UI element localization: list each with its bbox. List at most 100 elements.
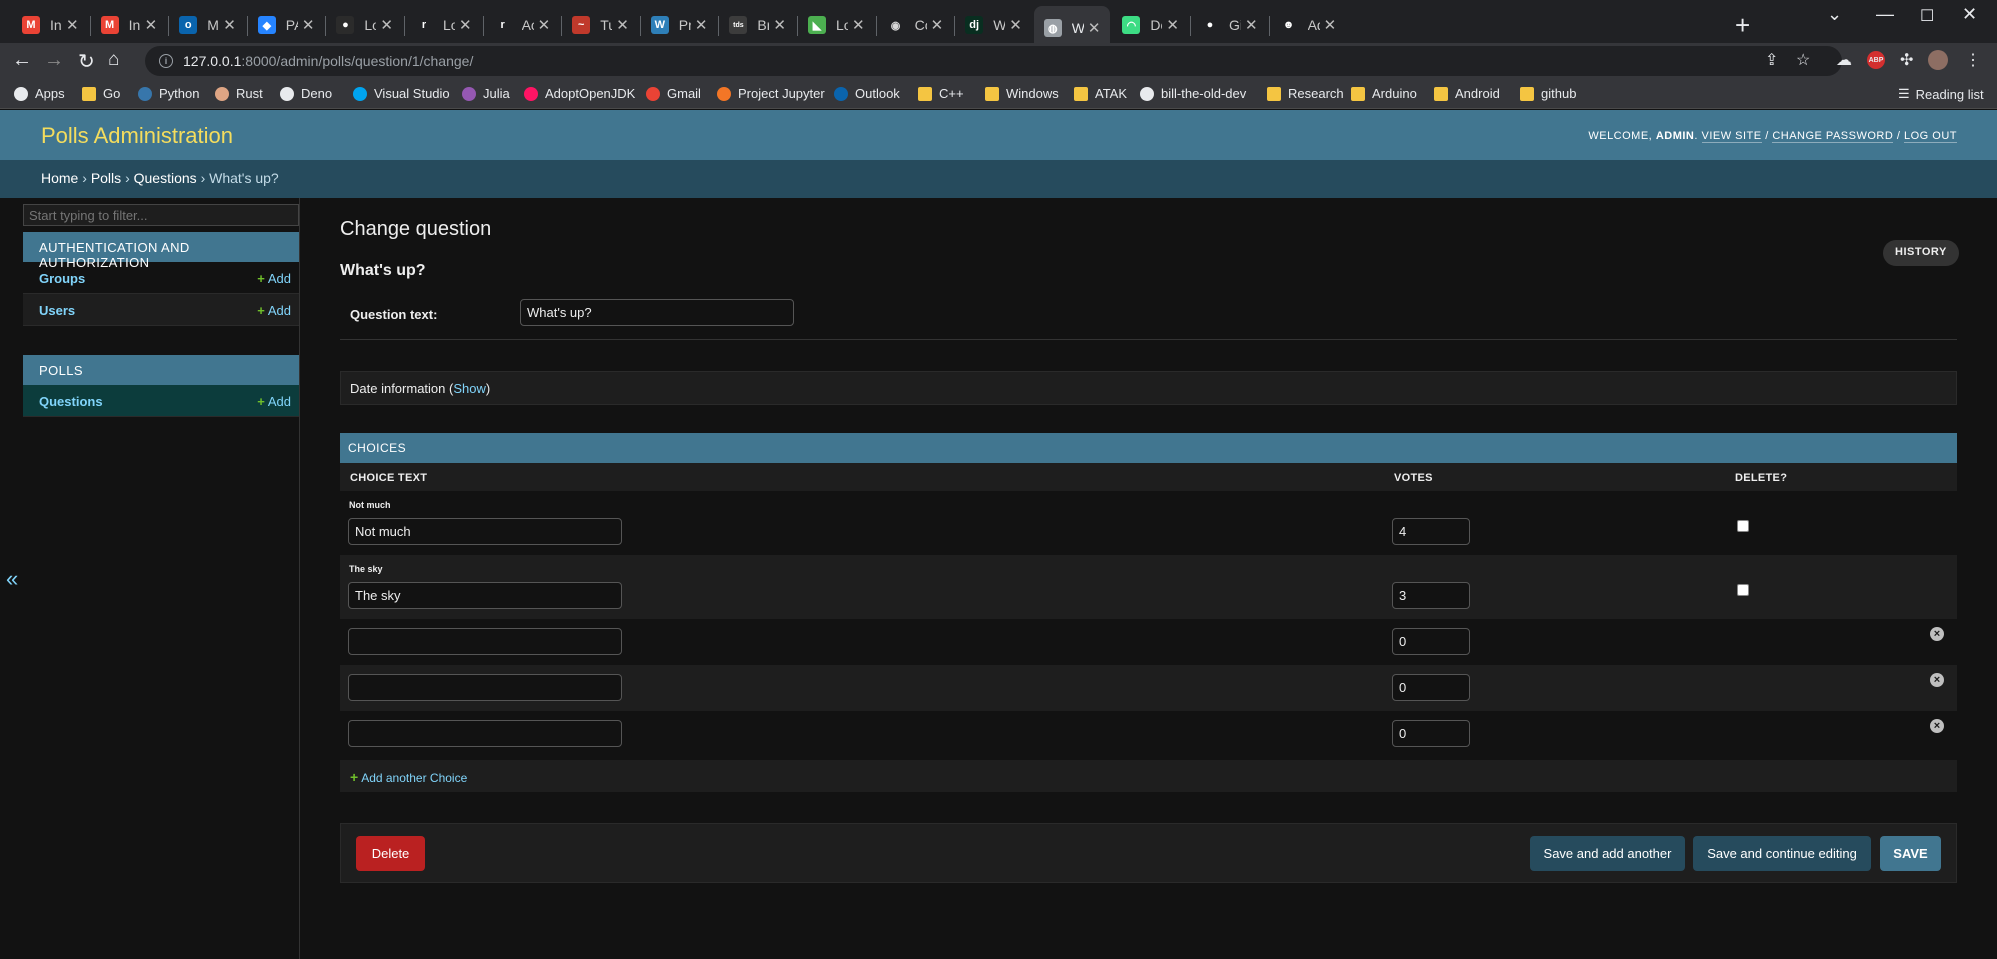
- save-and-continue-button[interactable]: Save and continue editing: [1693, 836, 1871, 871]
- delete-choice-checkbox[interactable]: [1737, 584, 1749, 596]
- tab-search-icon[interactable]: ⌄: [1827, 4, 1842, 25]
- address-bar[interactable]: i 127.0.0.1:8000/admin/polls/question/1/…: [145, 46, 1842, 76]
- choice-text-input[interactable]: [348, 582, 622, 609]
- minimize-icon[interactable]: —: [1876, 4, 1894, 25]
- toggle-sidebar-button[interactable]: «: [6, 566, 18, 592]
- adblock-icon[interactable]: ABP: [1867, 51, 1885, 69]
- history-button[interactable]: HISTORY: [1883, 240, 1959, 266]
- close-tab-icon[interactable]: ✕: [931, 16, 944, 34]
- reading-list[interactable]: ☰ Reading list: [1898, 86, 1984, 102]
- polls-module-caption[interactable]: POLLS: [23, 355, 299, 385]
- close-tab-icon[interactable]: ✕: [1088, 19, 1101, 37]
- bookmark-rust[interactable]: Rust: [215, 86, 263, 101]
- remove-row-icon[interactable]: ×: [1930, 719, 1944, 733]
- browser-tab[interactable]: ◉ Config ✕: [877, 8, 954, 42]
- browser-tab[interactable]: M Inbox - ✕: [91, 8, 168, 42]
- add-another-choice-row[interactable]: + Add another Choice: [340, 760, 1957, 792]
- sidebar-item-label[interactable]: Groups: [39, 271, 85, 286]
- add-group-link[interactable]: + Add: [257, 271, 291, 286]
- browser-tab[interactable]: W Progra ✕: [641, 8, 718, 42]
- votes-input[interactable]: [1392, 582, 1470, 609]
- delete-button[interactable]: Delete: [356, 836, 425, 871]
- add-user-link[interactable]: + Add: [257, 303, 291, 318]
- close-tab-icon[interactable]: ✕: [66, 16, 79, 34]
- maximize-icon[interactable]: ☐: [1920, 6, 1934, 26]
- bookmark-julia[interactable]: Julia: [462, 86, 510, 101]
- browser-tab[interactable]: o Mail - V ✕: [169, 8, 246, 42]
- view-site-link[interactable]: VIEW SITE: [1701, 130, 1762, 143]
- close-tab-icon[interactable]: ✕: [616, 16, 629, 34]
- votes-input[interactable]: [1392, 674, 1470, 701]
- close-tab-icon[interactable]: ✕: [1245, 16, 1258, 34]
- browser-tab[interactable]: M Inbox ✕: [12, 8, 89, 42]
- choice-text-input[interactable]: [348, 720, 622, 747]
- choice-text-input[interactable]: [348, 518, 622, 545]
- show-date-information-link[interactable]: Show: [453, 381, 486, 396]
- bookmark-adoptopenjdk[interactable]: AdoptOpenJDK: [524, 86, 635, 101]
- add-question-link[interactable]: + Add: [257, 394, 291, 409]
- home-icon[interactable]: ⌂: [108, 49, 119, 71]
- choice-text-input[interactable]: [348, 628, 622, 655]
- sidebar-item-label[interactable]: Users: [39, 303, 75, 318]
- extension-cloud-icon[interactable]: ☁: [1836, 50, 1852, 70]
- bookmark-deno[interactable]: Deno: [280, 86, 332, 101]
- bookmark-star-icon[interactable]: ☆: [1796, 50, 1810, 70]
- browser-tab[interactable]: r Accele ✕: [484, 8, 561, 42]
- delete-choice-checkbox[interactable]: [1737, 520, 1749, 532]
- remove-row-icon[interactable]: ×: [1930, 673, 1944, 687]
- votes-input[interactable]: [1392, 720, 1470, 747]
- bookmark-research[interactable]: Research: [1267, 86, 1344, 101]
- auth-module-caption[interactable]: AUTHENTICATION AND AUTHORIZATION: [23, 232, 299, 270]
- close-tab-icon[interactable]: ✕: [459, 16, 472, 34]
- save-button[interactable]: SAVE: [1880, 836, 1941, 871]
- browser-tab[interactable]: ◣ Long R✕: [798, 8, 875, 42]
- votes-input[interactable]: [1392, 628, 1470, 655]
- bookmark-apps[interactable]: Apps: [14, 86, 65, 101]
- browser-tab[interactable]: ● GitHub ✕: [1191, 8, 1268, 42]
- bookmark-gmail[interactable]: Gmail: [646, 86, 701, 101]
- forward-arrow-icon[interactable]: →: [44, 49, 64, 72]
- bookmark-python[interactable]: Python: [138, 86, 199, 101]
- close-tab-icon[interactable]: ✕: [852, 16, 865, 34]
- reload-icon[interactable]: ↻: [78, 49, 95, 74]
- back-arrow-icon[interactable]: ←: [12, 49, 32, 72]
- nav-filter-input[interactable]: [23, 204, 299, 226]
- close-tab-icon[interactable]: ✕: [223, 16, 236, 34]
- bookmark-android[interactable]: Android: [1434, 86, 1500, 101]
- close-tab-icon[interactable]: ✕: [695, 16, 708, 34]
- bookmark-visual-studio[interactable]: Visual Studio: [353, 86, 450, 101]
- browser-tab[interactable]: ~ Turnin✕: [562, 8, 639, 42]
- bookmark-c-[interactable]: C++: [918, 86, 964, 101]
- remove-row-icon[interactable]: ×: [1930, 627, 1944, 641]
- bookmark-project-jupyter[interactable]: Project Jupyter: [717, 86, 825, 101]
- profile-avatar[interactable]: [1928, 50, 1948, 70]
- close-window-icon[interactable]: ✕: [1962, 4, 1977, 25]
- extensions-puzzle-icon[interactable]: ✣: [1900, 50, 1913, 70]
- bookmark-bill-the-old-dev[interactable]: bill-the-old-dev: [1140, 86, 1246, 101]
- close-tab-icon[interactable]: ✕: [380, 16, 393, 34]
- close-tab-icon[interactable]: ✕: [1009, 16, 1022, 34]
- sidebar-item-questions[interactable]: Questions + Add: [23, 385, 299, 417]
- bookmark-windows[interactable]: Windows: [985, 86, 1059, 101]
- browser-tab[interactable]: ◠ Downl ✕: [1112, 8, 1189, 42]
- log-out-link[interactable]: LOG OUT: [1903, 130, 1957, 143]
- close-tab-icon[interactable]: ✕: [145, 16, 158, 34]
- bookmark-github[interactable]: github: [1520, 86, 1576, 101]
- save-and-add-another-button[interactable]: Save and add another: [1530, 836, 1685, 871]
- bookmark-atak[interactable]: ATAK: [1074, 86, 1127, 101]
- close-tab-icon[interactable]: ✕: [538, 16, 551, 34]
- browser-tab[interactable]: ◆ PAT bo ✕: [248, 8, 325, 42]
- bookmark-outlook[interactable]: Outlook: [834, 86, 900, 101]
- add-another-choice-link[interactable]: Add another Choice: [361, 771, 467, 785]
- change-password-link[interactable]: CHANGE PASSWORD: [1772, 130, 1894, 143]
- close-tab-icon[interactable]: ✕: [773, 16, 786, 34]
- site-info-icon[interactable]: i: [159, 54, 173, 68]
- browser-tab[interactable]: r LoRa✕: [405, 8, 482, 42]
- close-tab-icon[interactable]: ✕: [1324, 16, 1337, 34]
- bookmark-arduino[interactable]: Arduino: [1351, 86, 1417, 101]
- choice-text-input[interactable]: [348, 674, 622, 701]
- sidebar-item-label[interactable]: Questions: [39, 394, 103, 409]
- bookmark-go[interactable]: Go: [82, 86, 120, 101]
- site-branding[interactable]: Polls Administration: [41, 123, 233, 149]
- browser-tab[interactable]: ☻ Add No ✕: [1270, 8, 1347, 42]
